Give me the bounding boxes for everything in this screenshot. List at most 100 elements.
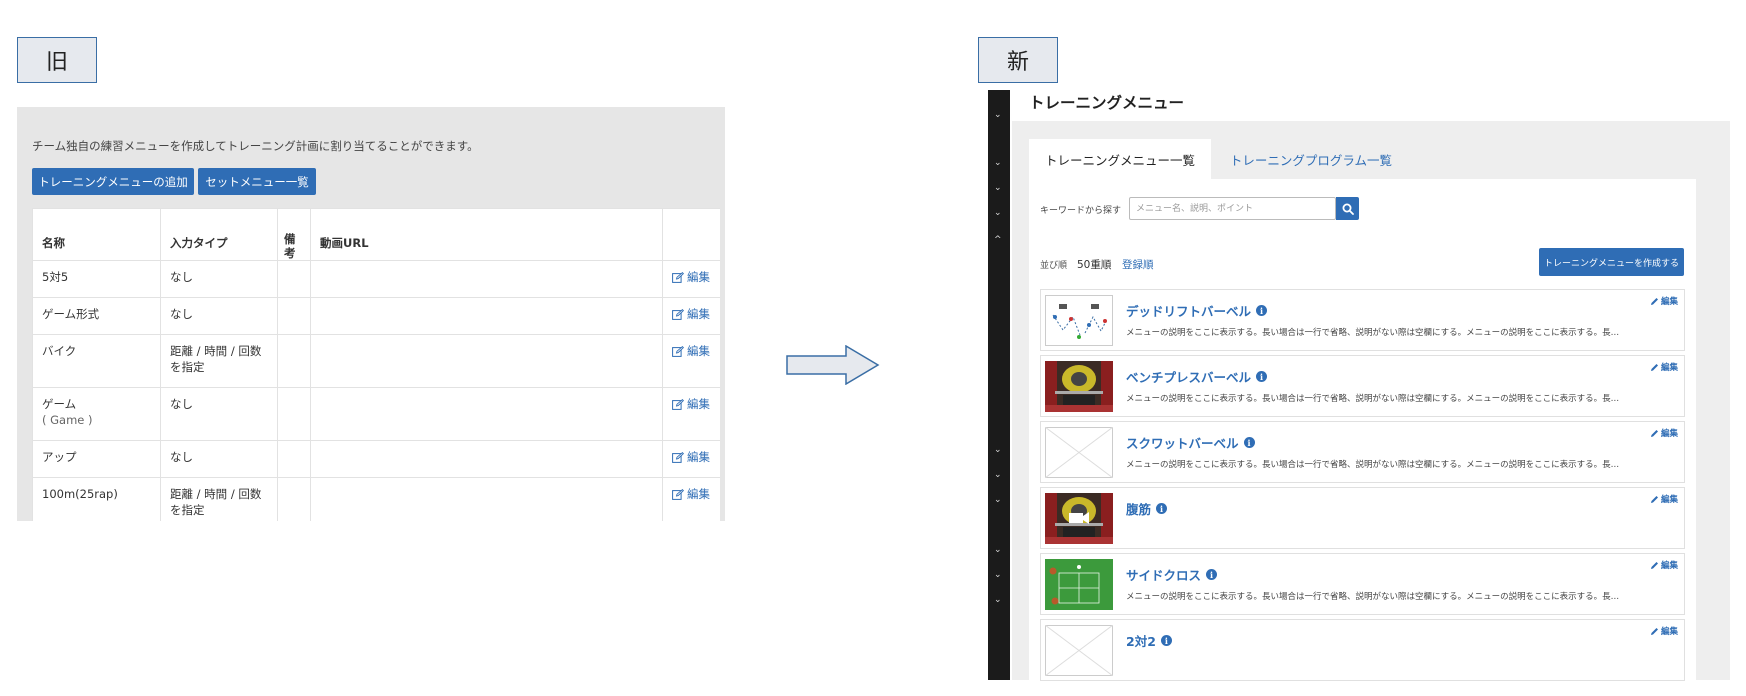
menu-thumbnail: [1045, 493, 1113, 544]
video-thumbnail-icon: [1045, 493, 1113, 544]
search-button[interactable]: [1336, 197, 1359, 220]
info-icon[interactable]: i: [1256, 305, 1268, 316]
menu-card[interactable]: サイドクロス i メニューの説明をここに表示する。長い場合は一行で省略、説明がない…: [1040, 553, 1685, 615]
column-header-actions: [662, 208, 720, 261]
edit-button[interactable]: 編集: [1650, 493, 1678, 505]
chevron-up-icon[interactable]: ^: [994, 235, 1002, 245]
chevron-down-icon[interactable]: ⌄: [994, 110, 1002, 120]
chevron-down-icon[interactable]: ⌄: [994, 495, 1002, 505]
chevron-down-icon[interactable]: ⌄: [994, 183, 1002, 193]
pencil-icon: [1650, 363, 1658, 371]
edit-link[interactable]: 編集: [672, 487, 710, 501]
search-label: キーワードから探す: [1040, 206, 1122, 216]
menu-title[interactable]: デッドリフトバーベル i: [1126, 301, 1268, 320]
menu-card[interactable]: デッドリフトバーベル i メニューの説明をここに表示する。長い場合は一行で省略、説…: [1040, 289, 1685, 351]
sort-option-registered[interactable]: 登録順: [1122, 257, 1154, 272]
chevron-down-icon[interactable]: ⌄: [994, 545, 1002, 555]
cell-type: 距離 / 時間 / 回数を指定: [160, 334, 278, 388]
chevron-down-icon[interactable]: ⌄: [994, 208, 1002, 218]
column-header-video-url: 動画URL: [310, 208, 663, 261]
chevron-down-icon[interactable]: ⌄: [994, 595, 1002, 605]
edit-label: 編集: [1660, 561, 1678, 571]
tab-training-program-list[interactable]: トレーニングプログラム一覧: [1211, 139, 1411, 179]
menu-title-text: 2対2: [1126, 634, 1156, 649]
edit-label: 編集: [1660, 627, 1678, 637]
menu-title[interactable]: ベンチプレスバーベル i: [1126, 367, 1268, 386]
cell-note: [277, 334, 311, 388]
edit-label: 編集: [687, 487, 710, 501]
info-icon[interactable]: i: [1243, 437, 1255, 448]
cell-actions: 編集: [662, 387, 720, 441]
menu-title[interactable]: 腹筋 i: [1126, 499, 1168, 518]
old-screen: チーム独自の練習メニューを作成してトレーニング計画に割り当てることができます。 …: [17, 107, 725, 521]
menu-title[interactable]: スクワットバーベル i: [1126, 433, 1255, 452]
cell-type: 距離 / 時間 / 回数を指定: [160, 477, 278, 521]
new-label: 新: [978, 37, 1058, 83]
column-header-note: 備考: [277, 208, 311, 261]
cell-type: なし: [160, 387, 278, 441]
info-icon[interactable]: i: [1160, 635, 1172, 646]
set-menu-list-button[interactable]: セットメニュー一覧: [198, 168, 316, 195]
pencil-icon: [1650, 429, 1658, 437]
sort-option-weight[interactable]: 50重順: [1077, 257, 1111, 272]
edit-link[interactable]: 編集: [672, 344, 710, 358]
info-icon[interactable]: i: [1206, 569, 1218, 580]
menu-title[interactable]: 2対2 i: [1126, 631, 1172, 650]
edit-label: 編集: [1660, 363, 1678, 373]
cell-actions: 編集: [662, 477, 720, 521]
menu-card[interactable]: 2対2 i 編集: [1040, 619, 1685, 681]
cell-name: アップ: [32, 440, 161, 478]
add-training-menu-button[interactable]: トレーニングメニューの追加: [32, 168, 194, 195]
info-icon[interactable]: i: [1156, 503, 1168, 514]
edit-label: 編集: [1660, 495, 1678, 505]
edit-label: 編集: [687, 307, 710, 321]
menu-title-text: デッドリフトバーベル: [1126, 304, 1252, 319]
tab-training-menu-list[interactable]: トレーニングメニュー一覧: [1029, 139, 1211, 179]
pencil-icon: [1650, 297, 1658, 305]
old-label: 旧: [17, 37, 97, 83]
edit-link[interactable]: 編集: [672, 307, 710, 321]
menu-card[interactable]: スクワットバーベル i メニューの説明をここに表示する。長い場合は一行で省略、説明…: [1040, 421, 1685, 483]
cell-video-url: [310, 334, 663, 388]
menu-title-text: サイドクロス: [1126, 568, 1202, 583]
cell-actions: 編集: [662, 334, 720, 388]
menu-title[interactable]: サイドクロス i: [1126, 565, 1218, 584]
edit-button[interactable]: 編集: [1650, 427, 1678, 439]
chevron-down-icon[interactable]: ⌄: [994, 570, 1002, 580]
chevron-down-icon[interactable]: ⌄: [994, 470, 1002, 480]
menu-description: メニューの説明をここに表示する。長い場合は一行で省略、説明がない際は空欄にする。…: [1126, 592, 1620, 602]
chevron-down-icon[interactable]: ⌄: [994, 158, 1002, 168]
menu-card[interactable]: ベンチプレスバーベル i メニューの説明をここに表示する。長い場合は一行で省略、説…: [1040, 355, 1685, 417]
edit-link[interactable]: 編集: [672, 397, 710, 411]
edit-link[interactable]: 編集: [672, 450, 710, 464]
edit-button[interactable]: 編集: [1650, 559, 1678, 571]
create-training-menu-button[interactable]: トレーニングメニューを作成する: [1539, 248, 1684, 276]
drill-diagram-icon: [1045, 295, 1113, 346]
cell-actions: 編集: [662, 297, 720, 335]
edit-link[interactable]: 編集: [672, 270, 710, 284]
sidebar: ⌄ ⌄ ⌄ ⌄ ^ ⌄ ⌄ ⌄ ⌄ ⌄ ⌄: [988, 90, 1010, 680]
menu-card[interactable]: 腹筋 i 編集: [1040, 487, 1685, 549]
row-name: ゲーム: [42, 397, 77, 411]
cell-type: なし: [160, 260, 278, 298]
search-input[interactable]: [1129, 197, 1336, 220]
edit-button[interactable]: 編集: [1650, 361, 1678, 373]
cell-name: 5対5: [32, 260, 161, 298]
menu-title-text: ベンチプレスバーベル: [1126, 370, 1252, 385]
pencil-icon: [1650, 627, 1658, 635]
menu-thumbnail: [1045, 559, 1113, 610]
chevron-down-icon[interactable]: ⌄: [994, 445, 1002, 455]
page-description: チーム独自の練習メニューを作成してトレーニング計画に割り当てることができます。: [32, 139, 479, 153]
cell-video-url: [310, 297, 663, 335]
column-header-type: 入力タイプ: [160, 208, 278, 261]
row-name: バイク: [42, 344, 77, 358]
table-row: ゲーム ( Game ) なし 編集: [32, 387, 720, 441]
sort-label: 並び順: [1040, 261, 1068, 271]
info-icon[interactable]: i: [1256, 371, 1268, 382]
cell-note: [277, 260, 311, 298]
menu-description: メニューの説明をここに表示する。長い場合は一行で省略、説明がない際は空欄にする。…: [1126, 394, 1620, 404]
menu-title-text: 腹筋: [1126, 502, 1152, 517]
edit-button[interactable]: 編集: [1650, 295, 1678, 307]
edit-button[interactable]: 編集: [1650, 625, 1678, 637]
image-placeholder-icon: [1045, 625, 1113, 676]
